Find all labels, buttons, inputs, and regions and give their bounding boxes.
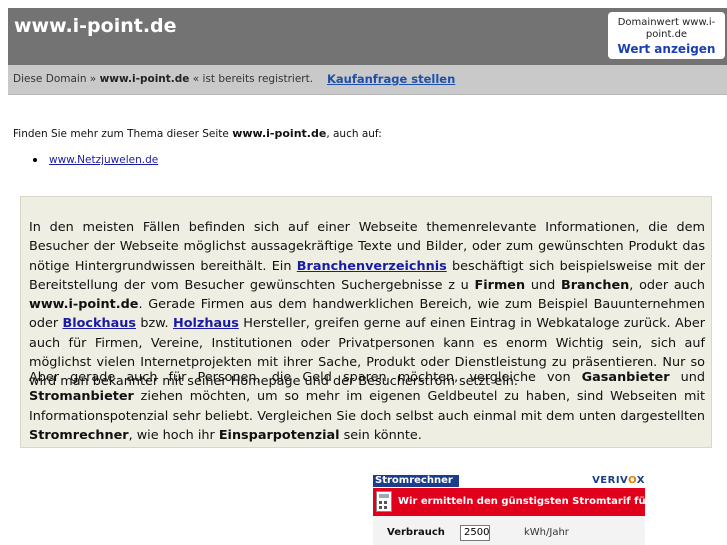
p2-bold-gasanbieter: Gasanbieter — [581, 370, 670, 385]
p1-text-4: , oder auch — [629, 277, 706, 293]
calculator-icon — [376, 491, 392, 512]
show-value-link[interactable]: Wert anzeigen — [608, 42, 725, 56]
page-frame: www.i-point.de Domainwert www.i-point.de… — [8, 8, 727, 545]
logo-part-a: VERIV — [592, 475, 629, 486]
more-topics-suffix: , auch auf: — [326, 128, 382, 140]
calculator-tab: Stromrechner — [373, 475, 459, 487]
site-title: www.i-point.de — [14, 15, 177, 37]
registration-bar: Diese Domain » www.i-point.de « ist bere… — [8, 65, 727, 95]
purchase-request-link[interactable]: Kaufanfrage stellen — [327, 72, 455, 86]
info-box: In den meisten Fällen befinden sich auf … — [20, 196, 712, 448]
holzhaus-link[interactable]: Holzhaus — [173, 316, 239, 331]
consumption-unit: kWh/Jahr — [524, 527, 569, 538]
header-bar: www.i-point.de Domainwert www.i-point.de… — [8, 8, 727, 65]
p2-text-4: , wie hoch ihr — [128, 427, 219, 443]
p2-text-2: und — [669, 370, 705, 385]
blockhaus-link[interactable]: Blockhaus — [63, 316, 137, 331]
logo-part-x: O — [628, 475, 637, 486]
branchenverzeichnis-link[interactable]: Branchenverzeichnis — [297, 259, 447, 274]
logo-part-b: X — [636, 475, 645, 486]
registration-suffix: « ist bereits registriert. — [192, 73, 314, 85]
consumption-input[interactable]: 2500 — [460, 525, 490, 541]
p2-text-5: sein könnte. — [339, 427, 422, 443]
netzjuwelen-link[interactable]: www.Netzjuwelen.de — [49, 154, 158, 166]
p2-text-1: Aber gerade auch für Personen, die Geld … — [29, 370, 582, 385]
registration-prefix: Diese Domain » — [13, 73, 97, 85]
bullet-icon — [33, 158, 37, 162]
verivox-logo: VERIVOX — [592, 475, 645, 486]
registration-domain: www.i-point.de — [99, 73, 190, 85]
info-paragraph-2: Aber gerade auch für Personen, die Geld … — [29, 368, 705, 445]
p1-text-3: und — [525, 277, 561, 293]
registration-text: Diese Domain » www.i-point.de « ist bere… — [13, 73, 313, 85]
consumption-label: Verbrauch — [387, 527, 445, 538]
p2-bold-einsparpotenzial: Einsparpotenzial — [218, 427, 340, 443]
p2-bold-stromanbieter: Stromanbieter — [29, 389, 134, 405]
p2-bold-stromrechner: Stromrechner — [29, 427, 129, 443]
p1-bold-domain: www.i-point.de — [29, 297, 139, 313]
power-calculator-widget: Stromrechner VERIVOX Wir ermitteln den g… — [373, 475, 676, 545]
p1-text-6: bzw. — [136, 316, 174, 332]
info-paragraph-1: In den meisten Fällen befinden sich auf … — [29, 218, 705, 392]
more-topics-domain: www.i-point.de — [232, 127, 327, 140]
more-topics-text: Finden Sie mehr zum Thema dieser Seite w… — [13, 127, 382, 140]
banner-text: Wir ermitteln den günstigsten Stromtarif… — [398, 496, 676, 507]
p1-bold-branchen: Branchen — [560, 277, 630, 293]
calculator-banner: Wir ermitteln den günstigsten Stromtarif… — [373, 488, 676, 516]
p1-bold-firmen: Firmen — [474, 277, 526, 293]
more-topics-prefix: Finden Sie mehr zum Thema dieser Seite — [13, 128, 229, 140]
consumption-row: Verbrauch 2500 kWh/Jahr — [373, 516, 645, 545]
domain-value-box[interactable]: Domainwert www.i-point.de Wert anzeigen — [608, 12, 725, 59]
domain-value-label: Domainwert www.i-point.de — [617, 17, 716, 40]
